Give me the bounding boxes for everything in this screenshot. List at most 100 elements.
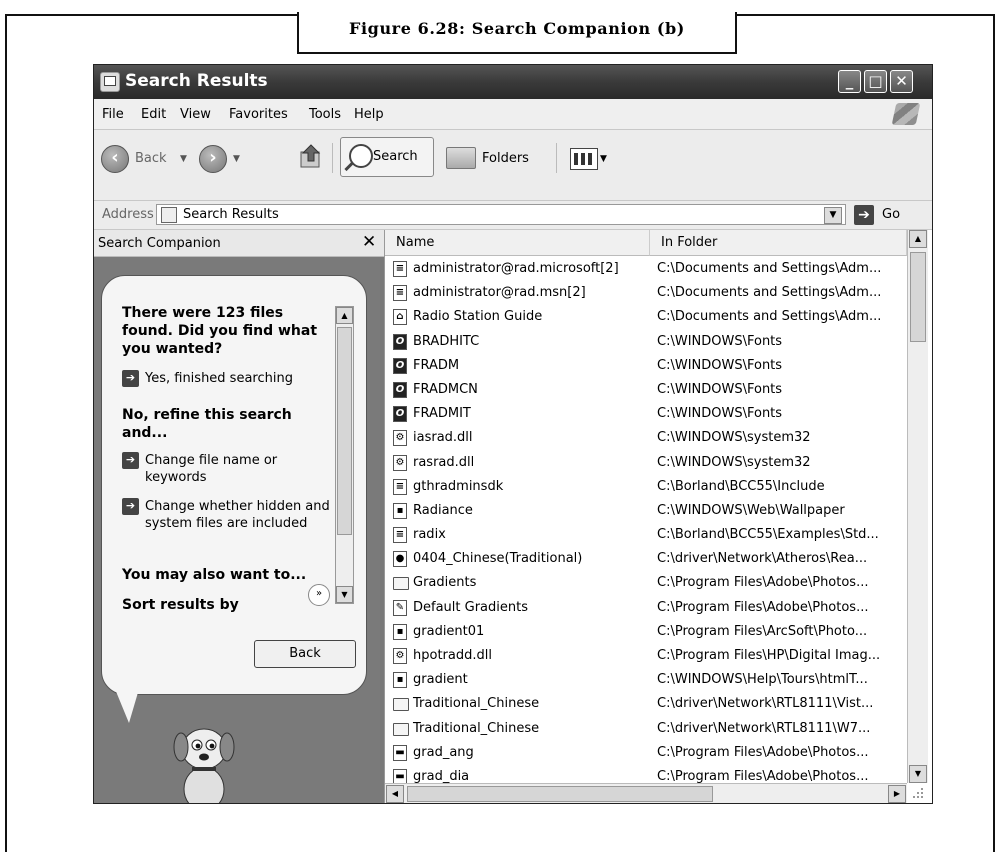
file-folder: C:\Program Files\Adobe\Photos... [657,599,869,615]
address-field[interactable]: Search Results ▼ [156,204,846,225]
back-arrow-icon[interactable]: ‹ [101,145,129,173]
pane-close-icon[interactable]: ✕ [362,232,376,252]
table-row[interactable]: ▪ gradient C:\WINDOWS\Help\Tours\htmlT... [385,668,907,692]
scroll-thumb[interactable] [337,327,352,535]
back-dropdown-icon[interactable]: ▼ [180,154,187,164]
file-name: gradient01 [413,623,485,639]
table-row[interactable]: ≡ administrator@rad.msn[2] C:\Documents an… [385,281,907,305]
address-dropdown-icon[interactable]: ▼ [824,207,842,224]
table-row[interactable]: O FRADM C:\WINDOWS\Fonts [385,354,907,378]
table-row[interactable]: Traditional_Chinese C:\driver\Network\RTL… [385,692,907,716]
font-icon: O [393,333,407,350]
menu-edit[interactable]: Edit [141,107,166,122]
search-button[interactable]: Search [340,137,434,177]
back-button[interactable]: Back [135,151,167,166]
menu-tools[interactable]: Tools [309,107,341,122]
table-row[interactable]: ⌂ Radio Station Guide C:\Documents and Set… [385,305,907,329]
results-found-heading: There were 123 files found. Did you find… [122,305,318,357]
table-row[interactable]: O FRADMIT C:\WINDOWS\Fonts [385,402,907,426]
table-row[interactable]: ≡ radix C:\Borland\BCC55\Examples\Std... [385,523,907,547]
search-icon [349,144,373,168]
file-folder: C:\Program Files\Adobe\Photos... [657,744,869,760]
up-folder-icon[interactable] [299,143,323,169]
file-name: gradient [413,672,468,688]
file-name: radix [413,527,446,543]
menu-favorites[interactable]: Favorites [229,107,288,122]
file-folder: C:\WINDOWS\Fonts [657,357,783,373]
vertical-scrollbar[interactable]: ▲ ▼ [907,230,928,783]
resize-grip-icon[interactable] [911,786,925,800]
table-row[interactable]: ≡ administrator@rad.microsoft[2] C:\Docume… [385,257,907,281]
table-row[interactable]: ✎ Default Gradients C:\Program Files\Adobe… [385,596,907,620]
table-row[interactable]: ▬ grad_ang C:\Program Files\Adobe\Photos..… [385,741,907,765]
go-button[interactable]: Go [882,207,900,222]
file-folder: C:\WINDOWS\Fonts [657,406,783,422]
scroll-up-icon[interactable]: ▲ [336,307,353,324]
table-row[interactable]: O BRADHITC C:\WINDOWS\Fonts [385,330,907,354]
table-row[interactable]: ⚙ hpotradd.dll C:\Program Files\HP\Digital… [385,644,907,668]
table-row[interactable]: O FRADMCN C:\WINDOWS\Fonts [385,378,907,402]
results-list: Name In Folder ≡ administrator@rad.micros… [385,230,932,803]
folders-button[interactable]: Folders [482,151,529,166]
search-dog-icon[interactable] [164,717,244,804]
table-row[interactable]: ≡ gthradminsdk C:\Borland\BCC55\Include [385,475,907,499]
title-bar[interactable]: Search Results _ □ ✕ [94,65,932,99]
minimize-button[interactable]: _ [838,70,861,93]
finished-searching-label: Yes, finished searching [145,371,293,386]
file-name: Traditional_Chinese [413,720,540,736]
image-icon: ▪ [393,623,407,640]
table-row[interactable]: Gradients C:\Program Files\Adobe\Photos..… [385,571,907,595]
change-hidden-label: Change whether hidden and system files a… [145,499,330,531]
menu-help[interactable]: Help [354,107,384,122]
horizontal-scrollbar[interactable]: ◀ ▶ [385,783,907,803]
menu-view[interactable]: View [180,107,211,122]
file-folder: C:\Program Files\Adobe\Photos... [657,575,869,591]
change-name-link[interactable]: ➔ Change file name or keywords [122,452,332,486]
change-hidden-link[interactable]: ➔ Change whether hidden and system files … [122,498,332,532]
scroll-thumb[interactable] [910,252,926,342]
file-folder: C:\driver\Network\RTL8111\Vist... [657,696,874,712]
companion-balloon: There were 123 files found. Did you find… [101,275,367,695]
folders-icon[interactable] [446,147,476,169]
table-row[interactable]: ⚙ rasrad.dll C:\WINDOWS\system32 [385,451,907,475]
text-file-icon: ≡ [393,478,407,495]
font-icon: O [393,381,407,398]
file-name: BRADHITC [413,333,480,349]
close-button[interactable]: ✕ [890,70,913,93]
views-dropdown-icon[interactable]: ▼ [600,154,607,164]
views-icon[interactable] [570,148,598,170]
column-header-folder[interactable]: In Folder [650,230,907,256]
maximize-button[interactable]: □ [864,70,887,93]
column-header-name[interactable]: Name [385,230,650,256]
table-row[interactable]: ⚙ iasrad.dll C:\WINDOWS\system32 [385,426,907,450]
go-arrow-icon[interactable]: ➔ [854,205,874,225]
table-row[interactable]: ▪ Radiance C:\WINDOWS\Web\Wallpaper [385,499,907,523]
windows-logo-icon [891,103,921,125]
file-folder: C:\Documents and Settings\Adm... [657,261,882,276]
forward-arrow-icon[interactable]: › [199,145,227,173]
scroll-thumb[interactable] [407,786,713,802]
scroll-up-icon[interactable]: ▲ [909,230,927,248]
expand-icon[interactable]: » [308,584,330,606]
file-name: Default Gradients [413,599,528,615]
file-name: administrator@rad.microsoft[2] [413,261,619,276]
scroll-down-icon[interactable]: ▼ [909,765,927,783]
table-row[interactable]: Traditional_Chinese C:\driver\Network\RTL… [385,717,907,741]
file-folder: C:\WINDOWS\system32 [657,430,811,446]
companion-back-button[interactable]: Back [254,640,356,668]
generic-file-icon: ▬ [393,744,407,761]
dll-icon: ⚙ [393,648,407,664]
table-row[interactable]: ● 0404_Chinese(Traditional) C:\driver\Netw… [385,547,907,571]
menu-file[interactable]: File [102,107,124,122]
table-row[interactable]: ▪ gradient01 C:\Program Files\ArcSoft\Phot… [385,620,907,644]
file-folder: C:\Documents and Settings\Adm... [657,309,882,325]
scroll-left-icon[interactable]: ◀ [386,785,404,803]
file-folder: C:\Documents and Settings\Adm... [657,285,882,301]
finished-searching-link[interactable]: ➔ Yes, finished searching [122,370,332,387]
forward-dropdown-icon[interactable]: ▼ [233,154,240,164]
scroll-right-icon[interactable]: ▶ [888,785,906,803]
address-value: Search Results [183,207,279,222]
balloon-scrollbar[interactable]: ▲ ▼ [335,306,354,604]
dll-icon: ⚙ [393,454,407,471]
scroll-down-icon[interactable]: ▼ [336,586,353,603]
